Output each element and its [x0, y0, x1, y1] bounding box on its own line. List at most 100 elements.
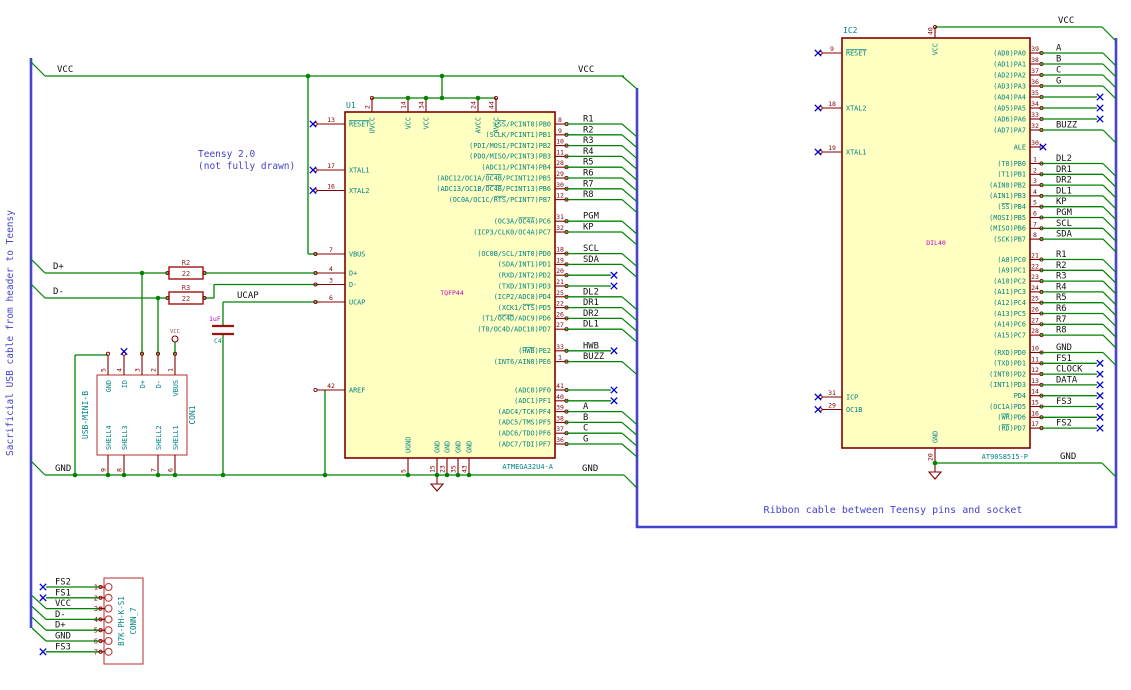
- bus-entry[interactable]: [1102, 184, 1117, 199]
- bus-entry[interactable]: [621, 155, 638, 170]
- bus-entry[interactable]: [1102, 302, 1117, 317]
- bus-entry[interactable]: [621, 177, 638, 192]
- net-label-d-plus[interactable]: D+: [53, 262, 64, 272]
- net-label-kp[interactable]: KP: [1056, 197, 1067, 207]
- net-label-fs2[interactable]: FS2: [1056, 419, 1072, 429]
- bus-entry[interactable]: [621, 166, 638, 181]
- bus-entry[interactable]: [621, 421, 638, 436]
- no-connect-x[interactable]: [309, 186, 317, 195]
- no-connect-x[interactable]: [610, 386, 618, 394]
- no-connect-x[interactable]: [309, 166, 317, 174]
- no-connect-x[interactable]: [39, 583, 47, 591]
- net-label-fs1[interactable]: FS1: [1056, 354, 1072, 364]
- bus-entry[interactable]: [1102, 238, 1117, 253]
- net-label-c[interactable]: C: [583, 424, 588, 434]
- net-label-g[interactable]: G: [1056, 77, 1061, 87]
- net-label-fs3[interactable]: FS3: [1056, 397, 1072, 407]
- bus-entry[interactable]: [621, 220, 638, 235]
- net-label-fs2[interactable]: FS2: [55, 578, 71, 588]
- bus-entry[interactable]: [621, 199, 638, 214]
- no-connect-x[interactable]: [1096, 104, 1104, 112]
- no-connect-x[interactable]: [610, 397, 618, 405]
- net-label-dr1[interactable]: DR1: [1056, 165, 1072, 175]
- bus-entry[interactable]: [1102, 280, 1117, 295]
- net-label-dr2[interactable]: DR2: [1056, 176, 1072, 186]
- bus-entry[interactable]: [1102, 85, 1117, 100]
- net-label-dl1[interactable]: DL1: [583, 320, 599, 330]
- bus-entry[interactable]: [621, 123, 638, 138]
- no-connect-x[interactable]: [814, 49, 822, 57]
- bus-entry[interactable]: [1102, 129, 1117, 144]
- bus-entry[interactable]: [31, 605, 47, 620]
- bus-entry[interactable]: [621, 296, 638, 311]
- bus-entry[interactable]: [1102, 269, 1117, 284]
- net-label-r2[interactable]: R2: [1056, 261, 1067, 271]
- net-label-r2[interactable]: R2: [583, 125, 594, 135]
- no-connect-x[interactable]: [610, 271, 618, 279]
- net-label-r5[interactable]: R5: [583, 158, 594, 168]
- bus-entry[interactable]: [623, 474, 638, 489]
- bus-entry[interactable]: [30, 258, 46, 274]
- net-label-b[interactable]: B: [1056, 55, 1061, 65]
- net-label-clock[interactable]: CLOCK: [1056, 365, 1083, 375]
- net-label-r5[interactable]: R5: [1056, 293, 1067, 303]
- net-label-r6[interactable]: R6: [1056, 304, 1067, 314]
- net-label-r1[interactable]: R1: [1056, 250, 1067, 260]
- bus-entry[interactable]: [621, 411, 638, 426]
- bus-entry[interactable]: [1102, 173, 1117, 188]
- bus-entry[interactable]: [621, 253, 638, 268]
- no-connect-x[interactable]: [1096, 413, 1104, 421]
- bus-entry[interactable]: [1102, 352, 1117, 366]
- bus-entry[interactable]: [30, 460, 46, 476]
- bus-entry[interactable]: [1102, 334, 1117, 349]
- no-connect-x[interactable]: [39, 648, 47, 656]
- vcc-power-symbol[interactable]: [171, 335, 179, 343]
- bus-entry[interactable]: [1101, 26, 1117, 42]
- bus-entry[interactable]: [1102, 291, 1117, 306]
- net-label-vcc-left[interactable]: VCC: [57, 65, 73, 75]
- no-connect-x[interactable]: [1096, 115, 1104, 123]
- bus-entry[interactable]: [1102, 217, 1117, 231]
- bus-entry[interactable]: [31, 627, 47, 642]
- net-label-dl2[interactable]: DL2: [583, 287, 599, 297]
- net-label-vcc-ic2[interactable]: VCC: [1058, 16, 1074, 26]
- no-connect-x[interactable]: [1096, 381, 1104, 389]
- no-connect-x[interactable]: [1096, 402, 1104, 411]
- net-label-gnd[interactable]: GND: [55, 632, 71, 642]
- net-label-scl[interactable]: SCL: [583, 244, 599, 254]
- no-connect-x[interactable]: [814, 405, 822, 414]
- net-label-b[interactable]: B: [583, 413, 588, 423]
- bus-entry[interactable]: [621, 188, 638, 203]
- bus-entry[interactable]: [1102, 323, 1117, 338]
- no-connect-x[interactable]: [39, 594, 47, 602]
- no-connect-x[interactable]: [610, 347, 618, 355]
- bus-entry[interactable]: [621, 443, 638, 458]
- bus-entry[interactable]: [1102, 195, 1117, 210]
- no-connect-x[interactable]: [610, 282, 618, 290]
- net-label-pgm[interactable]: PGM: [1056, 208, 1072, 218]
- net-label-buzz[interactable]: BUZZ: [583, 352, 605, 362]
- net-label-a[interactable]: A: [1056, 44, 1062, 54]
- bus-entry[interactable]: [30, 61, 46, 77]
- no-connect-x[interactable]: [1096, 424, 1104, 432]
- bus-entry[interactable]: [1102, 52, 1117, 67]
- gnd-power-symbol[interactable]: [429, 475, 445, 492]
- bus-entry[interactable]: [621, 328, 638, 343]
- no-connect-x[interactable]: [1039, 143, 1047, 151]
- bus-entry[interactable]: [1102, 206, 1117, 221]
- net-label-fs1[interactable]: FS1: [55, 588, 71, 598]
- net-label-sda[interactable]: SDA: [583, 255, 600, 265]
- net-label-dl1[interactable]: DL1: [1056, 186, 1072, 196]
- net-label-d-[interactable]: D-: [55, 610, 66, 620]
- net-label-r1[interactable]: R1: [583, 115, 594, 125]
- no-connect-x[interactable]: [1096, 392, 1104, 400]
- bus-entry[interactable]: [1102, 313, 1117, 327]
- bus-entry[interactable]: [621, 231, 638, 246]
- bus-entry[interactable]: [621, 134, 638, 149]
- net-label-vcc-right-u1[interactable]: VCC: [578, 65, 594, 75]
- gnd-power-symbol[interactable]: [927, 463, 943, 480]
- net-label-a[interactable]: A: [583, 402, 589, 412]
- no-connect-x[interactable]: [309, 120, 317, 128]
- net-label-gnd-ic2[interactable]: GND: [1060, 452, 1076, 462]
- net-label-r4[interactable]: R4: [1056, 282, 1067, 292]
